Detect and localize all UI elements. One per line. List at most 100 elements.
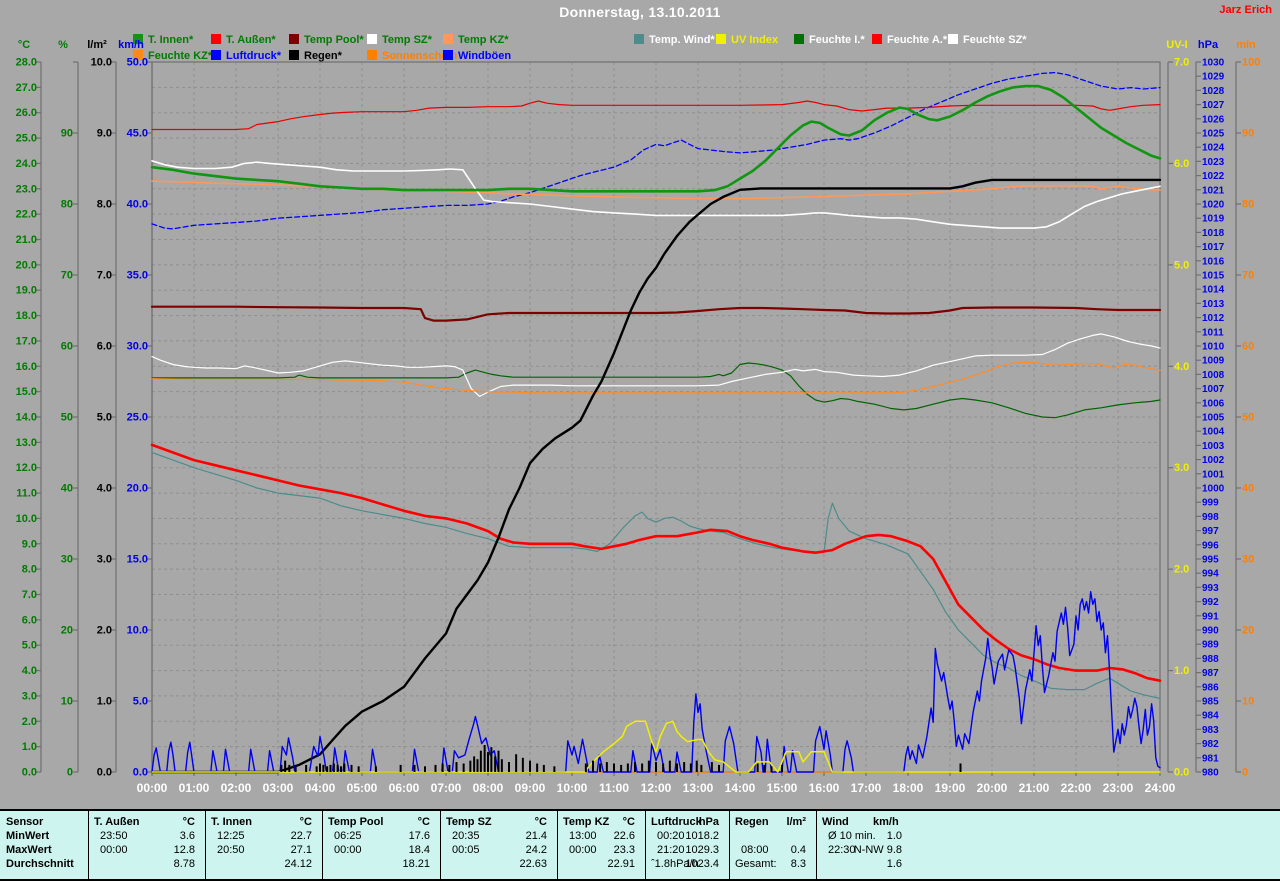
svg-text:1007: 1007 — [1202, 384, 1225, 395]
svg-text:20: 20 — [1242, 625, 1254, 637]
table-row-label-minwert: MinWert — [6, 830, 50, 842]
svg-text:30: 30 — [61, 554, 73, 566]
svg-text:23:00: 23:00 — [1103, 781, 1134, 795]
svg-text:6.0: 6.0 — [97, 341, 112, 353]
svg-text:07:00: 07:00 — [431, 781, 462, 795]
svg-text:1024: 1024 — [1202, 143, 1225, 154]
svg-text:02:00: 02:00 — [221, 781, 252, 795]
svg-text:40.0: 40.0 — [127, 199, 148, 211]
svg-text:1015: 1015 — [1202, 271, 1225, 282]
svg-text:3.0: 3.0 — [1174, 462, 1189, 474]
sensor-unit-wind: km/h — [873, 816, 899, 828]
svg-text:8.0: 8.0 — [22, 564, 37, 576]
svg-text:1022: 1022 — [1202, 171, 1225, 182]
series-feuchte-a — [151, 100, 1161, 131]
sensor-unit-luftdruck: hPa — [698, 816, 719, 828]
svg-text:1017: 1017 — [1202, 242, 1225, 253]
svg-text:1.0: 1.0 — [1174, 665, 1189, 677]
svg-text:992: 992 — [1202, 597, 1219, 608]
svg-text:15.0: 15.0 — [16, 386, 37, 398]
cell-avg-value-t-au-en: 8.78 — [173, 858, 195, 870]
svg-text:1016: 1016 — [1202, 256, 1225, 267]
svg-text:2.0: 2.0 — [1174, 564, 1189, 576]
svg-text:00:00: 00:00 — [137, 781, 168, 795]
rain-interval-bars — [280, 745, 962, 772]
svg-text:60: 60 — [1242, 341, 1254, 353]
svg-text:20.0: 20.0 — [16, 259, 37, 271]
svg-text:984: 984 — [1202, 711, 1219, 722]
svg-text:22.0: 22.0 — [16, 209, 37, 221]
cell-avg-value-t-innen: 24.12 — [284, 858, 312, 870]
svg-text:90: 90 — [1242, 128, 1254, 140]
cell-max-value-luftdruck: 1029.3 — [685, 844, 719, 856]
axis-hpa: 980 981 982 983 984 985 986 987 988 989 990 991 992 9… — [1195, 58, 1225, 779]
svg-text:50.0: 50.0 — [127, 57, 148, 69]
svg-text:6.0: 6.0 — [1174, 158, 1189, 170]
svg-text:19.0: 19.0 — [16, 285, 37, 297]
svg-text:0.0: 0.0 — [22, 767, 37, 779]
svg-text:6.0: 6.0 — [22, 614, 37, 626]
svg-text:1027: 1027 — [1202, 100, 1225, 111]
svg-text:50: 50 — [1242, 412, 1254, 424]
table-row-label-maxwert: MaxWert — [6, 844, 52, 856]
svg-text:988: 988 — [1202, 654, 1219, 665]
axis-uv-i: 0.0 1.0 2.0 3.0 4.0 5.0 6.0 7.0 — [1167, 57, 1189, 779]
svg-text:983: 983 — [1202, 725, 1219, 736]
svg-text:1.0: 1.0 — [97, 696, 112, 708]
svg-text:1010: 1010 — [1202, 342, 1225, 353]
svg-text:14:00: 14:00 — [725, 781, 756, 795]
series-luftdruck — [151, 71, 1161, 230]
svg-text:993: 993 — [1202, 583, 1219, 594]
svg-text:16.0: 16.0 — [16, 361, 37, 373]
svg-text:7.0: 7.0 — [1174, 57, 1189, 69]
svg-text:1011: 1011 — [1202, 327, 1224, 338]
svg-text:19:00: 19:00 — [935, 781, 966, 795]
cell-avg-value-luftdruck: 1023.4 — [685, 858, 719, 870]
svg-text:80: 80 — [1242, 199, 1254, 211]
svg-text:980: 980 — [1202, 768, 1219, 779]
cell-max-value-temp-sz: 24.2 — [525, 844, 547, 856]
svg-text:2.0: 2.0 — [22, 716, 37, 728]
svg-text:50: 50 — [61, 412, 73, 424]
cell-min-value-t-au-en: 3.6 — [179, 830, 195, 842]
svg-text:10.0: 10.0 — [16, 513, 37, 525]
cell-max-value-t-au-en: 12.8 — [173, 844, 195, 856]
svg-text:985: 985 — [1202, 697, 1219, 708]
svg-text:10.0: 10.0 — [127, 625, 148, 637]
svg-text:13.0: 13.0 — [16, 437, 37, 449]
svg-text:1020: 1020 — [1202, 200, 1225, 211]
svg-text:24:00: 24:00 — [1145, 781, 1176, 795]
svg-text:05:00: 05:00 — [347, 781, 378, 795]
sensor-unit-t-innen: °C — [299, 816, 312, 828]
svg-text:1014: 1014 — [1202, 285, 1225, 296]
svg-text:990: 990 — [1202, 626, 1219, 637]
sensor-unit-temp-kz: °C — [622, 816, 635, 828]
svg-text:982: 982 — [1202, 739, 1219, 750]
svg-text:4.0: 4.0 — [22, 665, 37, 677]
sensor-unit-temp-sz: °C — [534, 816, 547, 828]
svg-text:999: 999 — [1202, 498, 1219, 509]
svg-text:0.0: 0.0 — [97, 767, 112, 779]
cell-avg-value-wind: 1.6 — [886, 858, 902, 870]
svg-text:40: 40 — [61, 483, 73, 495]
grid-lines — [152, 62, 1160, 772]
svg-text:4.0: 4.0 — [1174, 361, 1189, 373]
svg-text:1018: 1018 — [1202, 228, 1225, 239]
svg-text:20.0: 20.0 — [127, 483, 148, 495]
svg-text:27.0: 27.0 — [16, 82, 37, 94]
sensor-unit-temp-pool: °C — [417, 816, 430, 828]
svg-text:1002: 1002 — [1202, 455, 1225, 466]
svg-text:13:00: 13:00 — [683, 781, 714, 795]
svg-text:15:00: 15:00 — [767, 781, 798, 795]
svg-text:20:00: 20:00 — [977, 781, 1008, 795]
svg-text:1023: 1023 — [1202, 157, 1225, 168]
svg-text:0.0: 0.0 — [133, 767, 148, 779]
weather-chart: 0.0 1.0 2.0 3.0 4.0 5.0 6.0 7.0 8.0 9.0 10.0 11.0 12… — [16, 57, 1261, 796]
svg-text:0.0: 0.0 — [1174, 767, 1189, 779]
svg-text:25.0: 25.0 — [127, 412, 148, 424]
svg-text:08:00: 08:00 — [473, 781, 504, 795]
svg-text:1030: 1030 — [1202, 58, 1225, 69]
series-regen — [150, 178, 1162, 774]
svg-text:10: 10 — [1242, 696, 1254, 708]
cell-avg-value-temp-kz: 22.91 — [607, 858, 635, 870]
